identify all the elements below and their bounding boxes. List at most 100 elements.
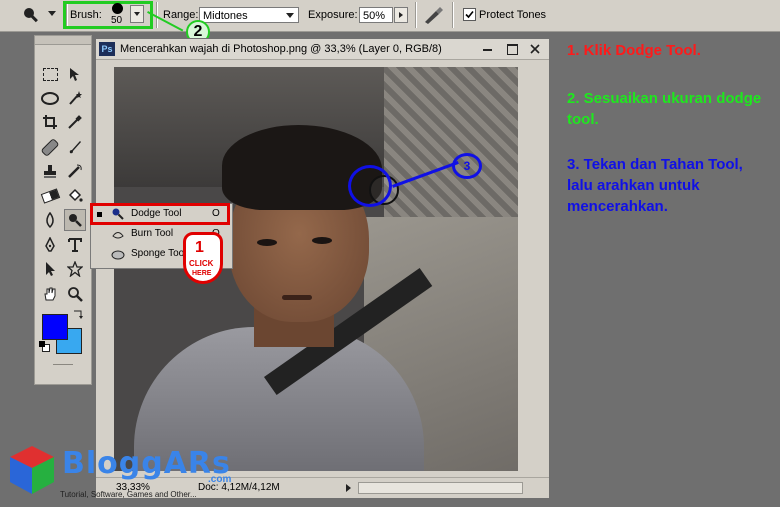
stamp-icon — [44, 165, 56, 178]
minimize-icon[interactable] — [483, 49, 492, 51]
step3-highlight-circle — [348, 165, 392, 207]
mouth — [282, 295, 312, 300]
dodge-icon — [69, 214, 82, 227]
zoom-tool[interactable] — [64, 283, 86, 305]
range-select[interactable]: Midtones — [199, 7, 299, 23]
instruction-step2: 2. Sesuaikan ukuran dodge tool. — [567, 90, 762, 128]
step3-number: 3 — [463, 159, 471, 173]
foreground-color-swatch[interactable] — [42, 314, 68, 340]
quick-mask-divider — [53, 364, 73, 365]
range-value: Midtones — [203, 10, 248, 22]
brush-preview[interactable]: 50 — [108, 3, 128, 27]
shape-star-icon — [67, 261, 83, 277]
burn-icon — [112, 232, 124, 239]
crop-icon — [43, 115, 57, 129]
protect-tones-checkbox[interactable] — [463, 8, 476, 21]
cube-logo-icon — [10, 446, 54, 494]
instruction-step3: 3. Tekan dan Tahan Tool, lalu arahkan un… — [567, 156, 743, 215]
click-here-badge: 1 CLICK HERE — [177, 232, 229, 290]
path-selection-tool[interactable] — [39, 258, 61, 280]
eyedropper-tool[interactable] — [64, 111, 86, 133]
marquee-tool[interactable] — [39, 63, 61, 85]
lasso-icon — [41, 91, 59, 105]
hand-tool[interactable] — [39, 283, 61, 305]
dodge-preset-icon — [24, 8, 38, 23]
history-brush-tool[interactable] — [64, 160, 86, 182]
exposure-input[interactable]: 50% — [359, 7, 393, 23]
bandage-icon — [40, 137, 60, 157]
exposure-value: 50% — [363, 10, 386, 22]
watermark-brand: BloggARs — [62, 446, 231, 481]
range-label: Range: — [163, 9, 199, 21]
watermark-domain: .com — [208, 474, 232, 485]
paint-bucket-tool[interactable] — [64, 185, 86, 207]
magic-wand-icon — [69, 91, 82, 105]
default-colors-icon[interactable] — [39, 341, 50, 352]
dodge-tool-red-highlight — [90, 203, 230, 225]
healing-brush-tool[interactable] — [39, 136, 61, 158]
brush-picker-button[interactable] — [130, 5, 144, 23]
history-brush-icon — [68, 164, 82, 178]
crop-tool[interactable] — [39, 111, 61, 133]
toolbox-panel — [34, 35, 92, 385]
hand-icon — [44, 287, 56, 301]
watermark-tagline: Tutorial, Software, Games and Other... — [60, 490, 197, 499]
eraser-icon — [40, 188, 60, 204]
clone-stamp-tool[interactable] — [39, 160, 61, 182]
chevron-down-icon — [286, 13, 294, 18]
left-eye — [257, 239, 277, 246]
chevron-right-icon — [399, 12, 403, 18]
options-bar: Brush: 50 Range: Midtones Exposure: 50% … — [0, 0, 780, 32]
exposure-label: Exposure: — [308, 9, 358, 21]
checkmark-icon — [465, 10, 474, 19]
right-eye — [312, 237, 332, 244]
exposure-slider-button[interactable] — [394, 7, 408, 23]
step3-badge: 3 — [452, 153, 482, 179]
custom-shape-tool[interactable] — [64, 258, 86, 280]
document-title-bar[interactable]: Ps Mencerahkan wajah di Photoshop.png @ … — [96, 39, 549, 60]
type-tool[interactable] — [64, 234, 86, 256]
tool-preset-picker[interactable] — [20, 5, 60, 25]
toolbox-grip[interactable] — [35, 36, 91, 45]
path-selection-icon — [46, 262, 55, 276]
type-icon — [68, 238, 82, 252]
instruction-step1: 1. Klik Dodge Tool. — [567, 42, 701, 59]
flyout-label-burn: Burn Tool — [131, 228, 174, 239]
brush-icon — [69, 141, 81, 154]
blur-drop-icon — [46, 212, 54, 228]
ps-icon: Ps — [99, 42, 115, 56]
move-icon — [70, 68, 79, 81]
lasso-tool[interactable] — [39, 87, 61, 109]
image-canvas[interactable]: 3 — [114, 67, 518, 471]
pen-tool[interactable] — [39, 234, 61, 256]
watermark-logo: BloggARs .com Tutorial, Software, Games … — [4, 440, 264, 506]
separator — [415, 2, 417, 28]
horizontal-scrollbar[interactable] — [358, 482, 523, 494]
here-label: HERE — [192, 270, 212, 277]
airbrush-icon[interactable] — [422, 5, 444, 25]
dodge-tool[interactable] — [64, 209, 86, 231]
eraser-tool[interactable] — [39, 185, 61, 207]
move-tool[interactable] — [64, 63, 86, 85]
chevron-down-icon — [48, 11, 56, 16]
brush-tool[interactable] — [64, 136, 86, 158]
chevron-down-icon — [134, 12, 140, 16]
brush-label: Brush: — [70, 9, 102, 21]
status-menu-arrow-icon[interactable] — [346, 484, 351, 492]
maximize-icon[interactable] — [507, 44, 518, 55]
swap-colors-icon[interactable] — [72, 308, 84, 320]
click-label: CLICK — [189, 259, 214, 268]
separator — [452, 2, 454, 28]
click-step-number: 1 — [195, 239, 204, 256]
close-icon[interactable] — [529, 43, 541, 55]
magic-wand-tool[interactable] — [64, 87, 86, 109]
protect-tones-label: Protect Tones — [479, 9, 547, 21]
brush-dot-icon — [112, 3, 123, 14]
blur-tool[interactable] — [39, 209, 61, 231]
eyedropper-icon — [68, 115, 82, 129]
paint-bucket-icon — [68, 188, 83, 202]
zoom-icon — [68, 287, 83, 302]
brush-size: 50 — [111, 15, 123, 26]
sponge-icon — [111, 250, 125, 260]
document-title: Mencerahkan wajah di Photoshop.png @ 33,… — [120, 43, 442, 55]
